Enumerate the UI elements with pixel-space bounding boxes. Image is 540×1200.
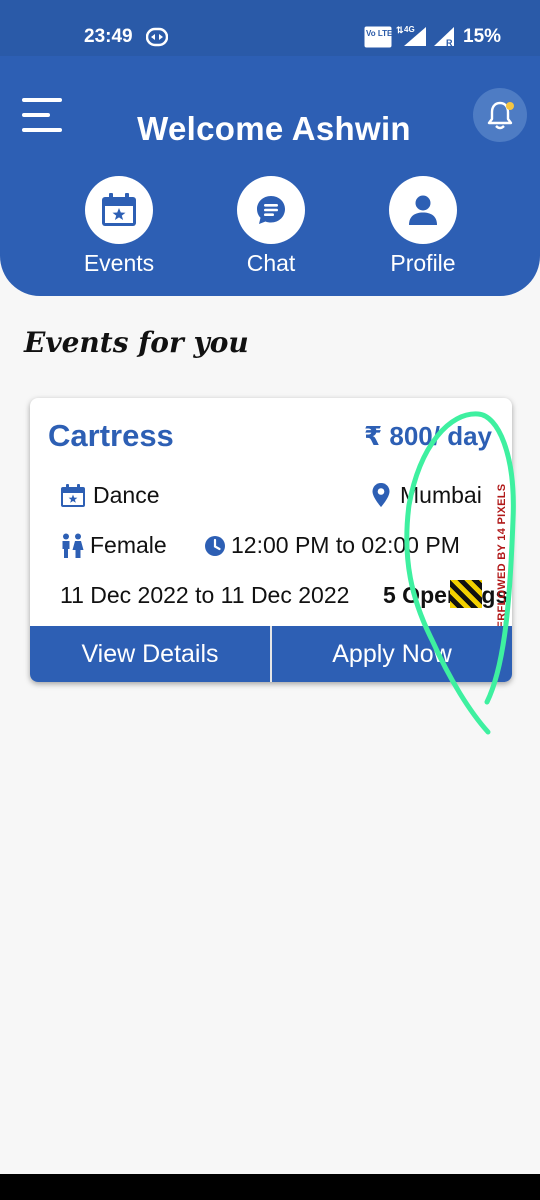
status-time: 23:49 — [84, 26, 133, 47]
signal-4g-icon: ⇅ 4G — [396, 25, 426, 46]
event-card-actions: View Details Apply Now — [30, 626, 512, 682]
status-bar: 23:49 Vo LTE 1 ⇅ 4G R 15% — [0, 0, 540, 56]
clock-icon — [205, 536, 225, 556]
nav-events-label: Events — [83, 250, 155, 276]
event-gender: Female — [90, 532, 167, 558]
calendar-star-icon — [102, 193, 136, 226]
notification-dot — [506, 102, 514, 110]
volte-icon: Vo LTE 1 — [364, 26, 392, 48]
section-title: Events for you — [24, 326, 249, 359]
event-category: Dance — [93, 482, 160, 508]
event-title: Cartress — [48, 418, 174, 453]
svg-text:Vo LTE 1: Vo LTE 1 — [366, 29, 392, 38]
svg-text:⇅: ⇅ — [396, 25, 404, 35]
battery-level: 15% — [463, 26, 502, 47]
nav-chat[interactable]: Chat — [211, 176, 331, 277]
notification-button[interactable] — [473, 88, 527, 142]
welcome-title: Welcome Ashwin — [137, 110, 411, 147]
signal-roaming-icon: R — [434, 27, 454, 48]
event-dates: 11 Dec 2022 to 11 Dec 2022 — [60, 582, 350, 608]
event-card[interactable]: Cartress ₹ 800/ day Dance Mumbai Female … — [30, 398, 512, 682]
nav-profile-circle — [389, 176, 457, 244]
nav-chat-label: Chat — [246, 250, 296, 276]
event-time-range: 12:00 PM to 02:00 PM — [231, 532, 460, 558]
event-location: Mumbai — [400, 482, 482, 508]
apply-now-button[interactable]: Apply Now — [272, 626, 512, 682]
cast-icon — [146, 27, 168, 47]
person-icon — [409, 195, 437, 225]
nav-events[interactable]: Events — [59, 176, 179, 277]
nav-profile[interactable]: Profile — [363, 176, 483, 277]
nav-events-circle — [85, 176, 153, 244]
event-price: ₹ 800/ day — [364, 421, 492, 451]
screen: 23:49 Vo LTE 1 ⇅ 4G R 15% Welcome Ashwin — [0, 0, 540, 1174]
calendar-star-icon — [61, 484, 85, 507]
location-pin-icon — [372, 483, 390, 507]
svg-text:4G: 4G — [404, 25, 415, 34]
gender-icon — [62, 533, 84, 558]
overflow-warning-stripe — [450, 580, 482, 608]
app-header: Welcome Ashwin Events Chat Profile — [0, 56, 540, 296]
chat-bubble-icon — [257, 196, 285, 224]
nav-profile-label: Profile — [390, 250, 456, 276]
view-details-button[interactable]: View Details — [30, 626, 272, 682]
svg-text:R: R — [446, 38, 453, 48]
nav-chat-circle — [237, 176, 305, 244]
